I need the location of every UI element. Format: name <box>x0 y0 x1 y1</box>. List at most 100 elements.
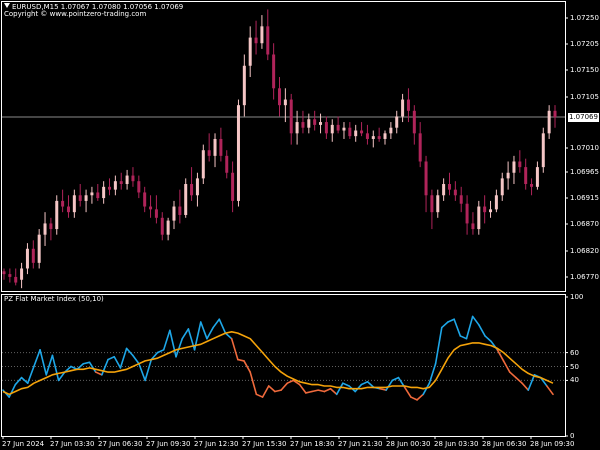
candle <box>535 161 539 190</box>
candle-body <box>319 122 323 125</box>
candle-body <box>25 248 29 269</box>
candle-body <box>190 184 194 196</box>
index-segment <box>199 321 208 340</box>
chart-canvas[interactable] <box>0 0 600 450</box>
candle-body <box>307 119 311 128</box>
time-axis-label: 28 Jun 03:30 <box>434 440 479 448</box>
candle-body <box>236 105 240 201</box>
index-segment <box>119 347 128 369</box>
candle <box>108 178 112 196</box>
candle <box>301 110 305 134</box>
candle-body <box>365 133 369 139</box>
candle-body <box>96 192 100 199</box>
index-segment <box>521 382 530 391</box>
candle-body <box>260 26 264 44</box>
candle <box>453 181 457 201</box>
candle <box>219 127 223 162</box>
dropdown-triangle-icon[interactable] <box>4 3 10 8</box>
candle-body <box>283 99 287 106</box>
index-segment <box>88 361 97 373</box>
candle-body <box>436 195 440 213</box>
candle-body <box>348 127 352 137</box>
candle <box>213 133 217 168</box>
candle-body <box>102 186 106 199</box>
indicator-pane-border <box>1 294 566 437</box>
index-segment <box>125 347 134 357</box>
candle <box>207 133 211 162</box>
candle <box>401 93 405 123</box>
index-segment <box>360 380 369 386</box>
candle <box>125 169 129 190</box>
candle <box>25 243 29 275</box>
candle <box>166 217 170 241</box>
index-segment <box>45 354 54 376</box>
candle-body <box>31 248 35 263</box>
time-axis-label: 28 Jun 06:30 <box>482 440 527 448</box>
flat-market-index-line <box>2 315 554 401</box>
candle <box>143 186 147 213</box>
candle-body <box>330 124 334 134</box>
candle <box>330 119 334 142</box>
candle-body <box>37 234 41 263</box>
time-axis-label: 28 Jun 00:30 <box>386 440 431 448</box>
index-segment <box>416 393 425 401</box>
candle <box>201 144 205 185</box>
index-segment <box>113 355 122 369</box>
price-axis-label: 1.06915 <box>570 194 599 202</box>
candle-body <box>418 133 422 162</box>
candle <box>500 172 504 201</box>
indicator-axis-label: 40 <box>570 376 579 385</box>
candle-body <box>14 276 18 283</box>
price-axis-label: 1.07150 <box>570 66 599 74</box>
candle-body <box>178 206 182 215</box>
candle-body <box>231 172 235 201</box>
candle <box>412 105 416 145</box>
candle-body <box>289 99 293 134</box>
index-segment <box>267 385 276 393</box>
candle <box>524 158 528 190</box>
index-segment <box>342 382 350 387</box>
candle-body <box>430 195 434 213</box>
candle <box>131 167 135 187</box>
candle <box>119 172 123 190</box>
candle-body <box>78 195 82 201</box>
candle-body <box>242 65 246 106</box>
time-axis-label: 27 Jun 06:30 <box>98 440 143 448</box>
candle-body <box>424 161 428 196</box>
index-segment <box>181 328 190 340</box>
time-axis-label: 27 Jun 03:30 <box>50 440 95 448</box>
price-axis-label: 1.06870 <box>570 220 599 228</box>
candle <box>489 200 493 218</box>
candle-body <box>207 150 211 156</box>
candle-body <box>272 54 276 89</box>
candle <box>84 189 88 213</box>
candle <box>96 184 100 201</box>
index-segment <box>212 318 221 329</box>
index-segment <box>33 349 41 368</box>
index-segment <box>471 315 480 326</box>
index-segment <box>206 326 214 340</box>
index-segment <box>453 318 462 337</box>
chart-frame <box>1 1 566 437</box>
candle-body <box>172 206 176 221</box>
candle <box>324 116 328 139</box>
index-segment <box>237 358 245 362</box>
index-segment <box>385 379 394 391</box>
candle-body <box>72 195 76 213</box>
candle-body <box>377 136 381 139</box>
candle <box>78 184 82 207</box>
indicator-axis-label: 100 <box>570 293 584 301</box>
index-segment <box>298 383 307 394</box>
candle <box>8 268 12 283</box>
index-segment <box>107 355 116 361</box>
candle <box>365 124 369 145</box>
candle-body <box>43 223 47 235</box>
index-segment <box>261 385 270 398</box>
candle <box>31 240 35 269</box>
index-segment <box>175 337 184 358</box>
index-segment <box>403 386 412 398</box>
candle-body <box>49 223 53 230</box>
index-segment <box>39 349 48 376</box>
index-segment <box>459 335 468 340</box>
index-segment <box>323 387 332 393</box>
